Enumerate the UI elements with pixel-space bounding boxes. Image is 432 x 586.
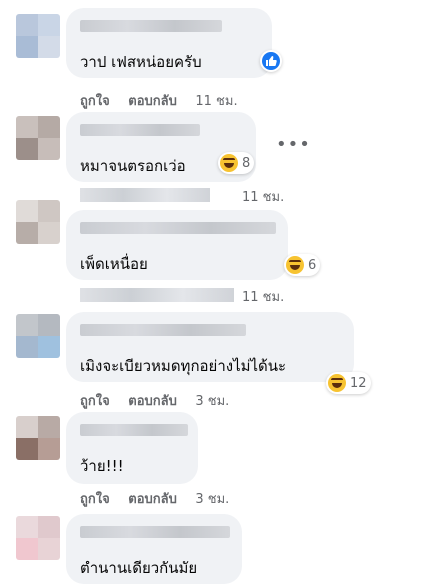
avatar[interactable] (16, 416, 60, 460)
comment-actions (80, 188, 210, 202)
comment-text: เพ็ดเหนื่อย (80, 255, 148, 273)
more-options-icon[interactable]: ••• (276, 134, 311, 155)
comment-text: เมิงจะเบียวหมดทุกอย่างไม่ได้นะ (80, 357, 287, 375)
comment-text: ว้าย!!! (80, 457, 124, 475)
comment-bubble: เมิงจะเบียวหมดทุกอย่างไม่ได้นะ (66, 312, 354, 382)
comment-actions (80, 288, 234, 302)
reaction-count: 12 (350, 375, 367, 391)
avatar[interactable] (16, 14, 60, 58)
reaction-badge[interactable]: 8 (218, 152, 255, 174)
reply-button[interactable]: ตอบกลับ (128, 94, 177, 109)
commenter-name[interactable] (80, 222, 276, 234)
comment-text: วาป เฟสหน่อยครับ (80, 53, 202, 71)
timestamp[interactable]: 11 ชม. (242, 186, 298, 207)
reply-button[interactable]: ตอบกลับ (128, 492, 177, 507)
avatar[interactable] (16, 116, 60, 160)
commenter-name[interactable] (80, 20, 222, 32)
haha-icon (286, 256, 304, 274)
comment-bubble: ตำนานเดียวกันมัย (66, 514, 242, 584)
like-button[interactable]: ถูกใจ (80, 94, 110, 109)
comment-actions: ถูกใจ ตอบกลับ 3 ชม. (80, 488, 243, 509)
timestamp[interactable]: 3 ชม. (195, 394, 229, 409)
reaction-badge[interactable] (260, 50, 282, 72)
reaction-count: 6 (308, 257, 317, 273)
timestamp[interactable]: 11 ชม. (195, 94, 237, 109)
reply-button[interactable]: ตอบกลับ (128, 394, 177, 409)
comment-bubble: เพ็ดเหนื่อย (66, 210, 288, 280)
comment-actions: ถูกใจ ตอบกลับ 11 ชม. (80, 90, 252, 111)
commenter-name[interactable] (80, 324, 246, 336)
comment-actions: ถูกใจ ตอบกลับ 3 ชม. (80, 390, 243, 411)
avatar[interactable] (16, 200, 60, 244)
commenter-name[interactable] (80, 424, 188, 436)
avatar[interactable] (16, 516, 60, 560)
like-icon (262, 52, 280, 70)
haha-icon (328, 374, 346, 392)
reaction-badge[interactable]: 12 (326, 372, 371, 394)
haha-icon (220, 154, 238, 172)
timestamp[interactable]: 3 ชม. (195, 492, 229, 507)
reaction-count: 8 (242, 155, 251, 171)
commenter-name[interactable] (80, 124, 200, 136)
like-button[interactable]: ถูกใจ (80, 492, 110, 507)
comment-bubble: ว้าย!!! (66, 412, 198, 484)
comment-text: หมาจนตรอกเว่อ (80, 157, 186, 175)
like-button[interactable]: ถูกใจ (80, 394, 110, 409)
comment-text: ตำนานเดียวกันมัย (80, 559, 198, 577)
comment-bubble: วาป เฟสหน่อยครับ (66, 8, 272, 78)
timestamp[interactable]: 11 ชม. (242, 286, 298, 307)
commenter-name[interactable] (80, 526, 230, 538)
avatar[interactable] (16, 314, 60, 358)
reaction-badge[interactable]: 6 (284, 254, 321, 276)
